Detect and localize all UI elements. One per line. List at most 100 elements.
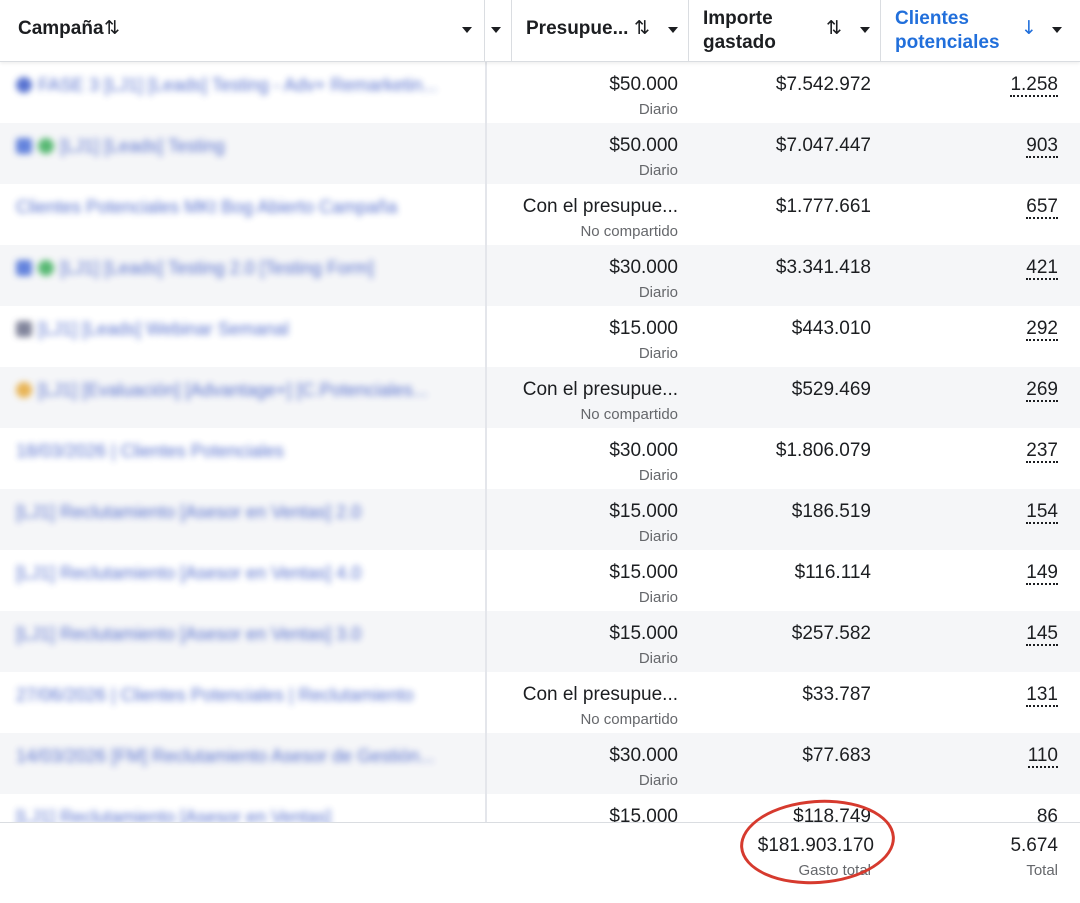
leads-value[interactable]: 269: [900, 379, 1058, 402]
column-header-spacer: [485, 0, 512, 62]
campaign-name[interactable]: Clientes Potenciales MKt Bog Abierto Cam…: [16, 197, 471, 221]
campaign-name[interactable]: 14/03/2026 [FM] Reclutamiento Asesor de …: [16, 746, 471, 770]
leads-value[interactable]: 1.258: [900, 74, 1058, 97]
status-icon: [38, 260, 54, 276]
campaign-icon: [16, 77, 32, 93]
campaign-name[interactable]: FASE 3 [LJ1] [Leads] Testing - Adv+ Rema…: [16, 75, 471, 99]
spent-value: $3.341.418: [775, 257, 871, 278]
spent-value: $77.683: [802, 745, 871, 766]
campaign-icon: [16, 138, 32, 154]
chevron-down-icon[interactable]: [860, 27, 870, 33]
table-row[interactable]: [LJ1] [Evaluación] [Advantage+] [C.Poten…: [0, 367, 1080, 428]
table-row[interactable]: 18/03/2026 | Clientes Potenciales $30.00…: [0, 428, 1080, 489]
campaign-name[interactable]: [LJ1] Reclutamiento [Asesor en Ventas] 3…: [16, 624, 471, 648]
campaign-name[interactable]: [LJ1] [Leads] Testing 2.0 [Testing Form]: [16, 258, 471, 282]
spent-value: $1.777.661: [775, 196, 871, 217]
column-header-leads[interactable]: Clientes potenciales ↓: [881, 0, 1080, 62]
budget-type: Diario: [638, 101, 678, 118]
leads-total: 5.674: [1010, 835, 1058, 856]
budget-value: Con el presupue...: [522, 379, 678, 400]
budget-value: $15.000: [609, 623, 678, 644]
campaign-name[interactable]: 27/06/2026 | Clientes Potenciales | Recl…: [16, 685, 471, 709]
leads-value[interactable]: 149: [900, 562, 1058, 585]
chevron-down-icon[interactable]: [668, 27, 678, 33]
budget-value: $50.000: [609, 74, 678, 95]
table-row[interactable]: [LJ1] [Leads] Testing $50.000 Diario $7.0…: [0, 123, 1080, 184]
budget-type: Diario: [638, 772, 678, 789]
sort-icon[interactable]: ⇅: [104, 17, 120, 39]
leads-value[interactable]: 110: [900, 745, 1058, 768]
leads-value[interactable]: 421: [900, 257, 1058, 280]
table-row[interactable]: 27/06/2026 | Clientes Potenciales | Recl…: [0, 672, 1080, 733]
spent-value: $116.114: [794, 562, 871, 583]
spent-value: $7.542.972: [775, 74, 871, 95]
leads-value[interactable]: 131: [900, 684, 1058, 707]
column-header-budget[interactable]: Presupue... ⇅: [512, 0, 689, 62]
budget-type: Diario: [638, 650, 678, 667]
sort-icon[interactable]: ⇅: [826, 17, 842, 39]
budget-value: Con el presupue...: [522, 196, 678, 217]
emoji-icon: [16, 382, 32, 398]
budget-type: Diario: [638, 284, 678, 301]
campaign-table: Campaña ⇅ Presupue... ⇅ Importe gastado …: [0, 0, 1080, 903]
column-label-campaign: Campaña: [18, 18, 104, 39]
leads-total-label: Total: [1026, 862, 1058, 879]
column-label-leads-line2: potenciales: [895, 32, 1000, 53]
budget-type: Diario: [638, 589, 678, 606]
leads-value[interactable]: 903: [900, 135, 1058, 158]
column-label-spent-line1: Importe: [703, 8, 773, 29]
budget-type: No compartido: [580, 711, 678, 728]
budget-value: $50.000: [609, 135, 678, 156]
budget-value: $15.000: [609, 318, 678, 339]
column-header-campaign[interactable]: Campaña ⇅: [0, 0, 485, 62]
leads-value[interactable]: 292: [900, 318, 1058, 341]
table-row[interactable]: [LJ1] Reclutamiento [Asesor en Ventas] 4…: [0, 550, 1080, 611]
spent-value: $186.519: [791, 501, 871, 522]
campaign-name[interactable]: [LJ1] Reclutamiento [Asesor en Ventas] 2…: [16, 502, 471, 526]
budget-value: Con el presupue...: [522, 684, 678, 705]
spent-value: $443.010: [791, 318, 871, 339]
table-header: Campaña ⇅ Presupue... ⇅ Importe gastado …: [0, 0, 1080, 62]
campaign-name[interactable]: [LJ1] Reclutamiento [Asesor en Ventas] 4…: [16, 563, 471, 587]
campaign-name[interactable]: [LJ1] [Leads] Webinar Semanal: [16, 319, 471, 343]
table-row[interactable]: [LJ1] [Leads] Testing 2.0 [Testing Form]…: [0, 245, 1080, 306]
leads-value[interactable]: 154: [900, 501, 1058, 524]
budget-type: Diario: [638, 467, 678, 484]
spent-value: $257.582: [791, 623, 871, 644]
leads-value[interactable]: 237: [900, 440, 1058, 463]
budget-type: No compartido: [580, 406, 678, 423]
campaign-name[interactable]: [LJ1] [Evaluación] [Advantage+] [C.Poten…: [16, 380, 471, 404]
leads-value[interactable]: 657: [900, 196, 1058, 219]
table-row[interactable]: [LJ1] Reclutamiento [Asesor en Ventas] 2…: [0, 489, 1080, 550]
sort-desc-icon[interactable]: ↓: [1021, 17, 1037, 39]
budget-value: $30.000: [609, 440, 678, 461]
column-label-leads-line1: Clientes: [895, 8, 969, 29]
budget-type: Diario: [638, 162, 678, 179]
leads-value[interactable]: 145: [900, 623, 1058, 646]
campaign-icon: [16, 260, 32, 276]
column-label-budget: Presupue...: [526, 18, 629, 39]
budget-value: $30.000: [609, 745, 678, 766]
table-row[interactable]: [LJ1] [Leads] Webinar Semanal $15.000 Dia…: [0, 306, 1080, 367]
column-divider[interactable]: [485, 62, 487, 903]
table-row[interactable]: [LJ1] Reclutamiento [Asesor en Ventas] 3…: [0, 611, 1080, 672]
budget-value: $30.000: [609, 257, 678, 278]
budget-type: Diario: [638, 528, 678, 545]
table-row[interactable]: 14/03/2026 [FM] Reclutamiento Asesor de …: [0, 733, 1080, 794]
spent-value: $1.806.079: [775, 440, 871, 461]
column-label-spent-line2: gastado: [703, 32, 776, 53]
campaign-name[interactable]: 18/03/2026 | Clientes Potenciales: [16, 441, 471, 465]
spent-value: $529.469: [791, 379, 871, 400]
table-row[interactable]: FASE 3 [LJ1] [Leads] Testing - Adv+ Rema…: [0, 62, 1080, 123]
budget-type: Diario: [638, 345, 678, 362]
campaign-name[interactable]: [LJ1] [Leads] Testing: [16, 136, 471, 160]
status-icon: [38, 138, 54, 154]
table-row[interactable]: Clientes Potenciales MKt Bog Abierto Cam…: [0, 184, 1080, 245]
chevron-down-icon[interactable]: [462, 27, 472, 33]
sort-icon[interactable]: ⇅: [634, 17, 650, 39]
video-icon: [16, 321, 32, 337]
chevron-down-icon[interactable]: [1052, 27, 1062, 33]
column-header-spent[interactable]: Importe gastado ⇅: [689, 0, 881, 62]
chevron-down-icon[interactable]: [491, 27, 501, 33]
budget-value: $15.000: [609, 562, 678, 583]
